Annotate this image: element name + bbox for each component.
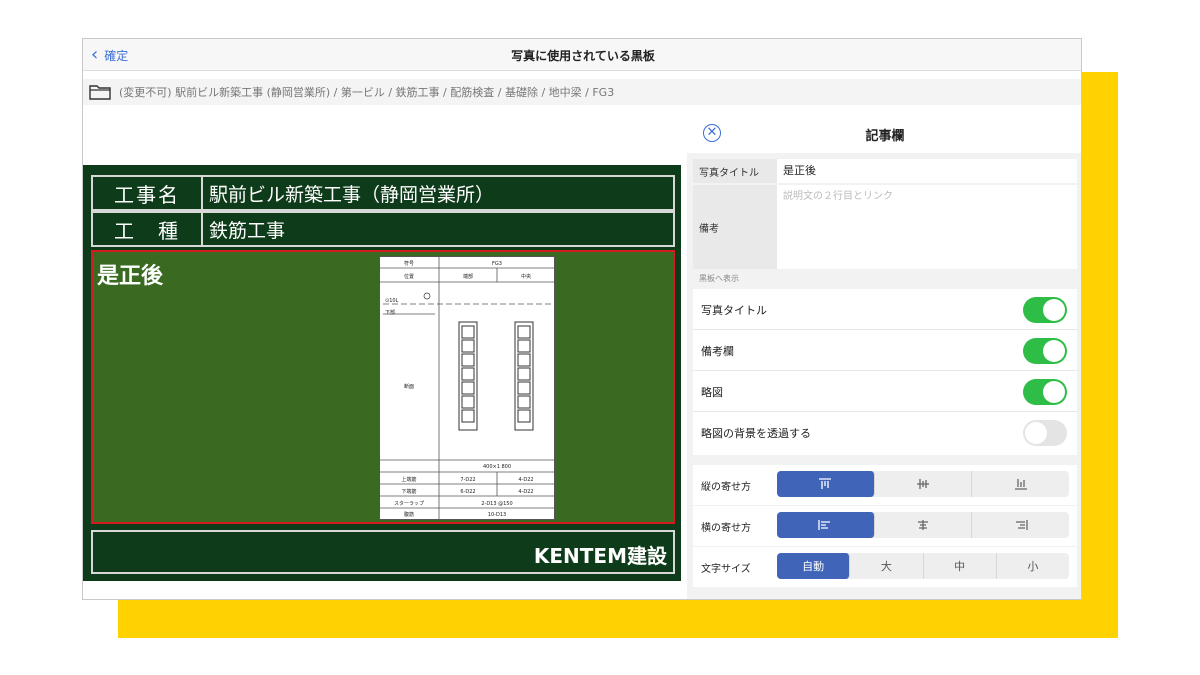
remarks-toggle[interactable] (1023, 338, 1067, 364)
remarks-field: 備考 説明文の２行目とリンク (693, 185, 1077, 269)
photo-title-input[interactable]: 是正後 (777, 159, 1077, 183)
sketch-header-label: 符号 (404, 260, 414, 267)
breadcrumb: (変更不可) 駅前ビル新築工事 (静岡営業所) / 第一ビル / 鉄筋工事 / … (83, 79, 1081, 105)
sketch-row-value: 4-D22 (518, 489, 533, 495)
toggle-knob (1043, 381, 1065, 403)
rebar-sketch: 符号 FG3 位置 端部 中央 ⊙10L 下部 断面 400×1 800 上端筋… (379, 256, 555, 520)
sketch-position-label: 位置 (404, 273, 414, 280)
remarks-textarea[interactable]: 説明文の２行目とリンク (777, 185, 1077, 269)
sketch-row-label: 上端筋 (401, 476, 416, 483)
breadcrumb-path: (変更不可) 駅前ビル新築工事 (静岡営業所) / 第一ビル / 鉄筋工事 / … (119, 86, 615, 99)
font-size-option-auto[interactable]: 自動 (777, 553, 851, 579)
board-row-project: 工事名 駅前ビル新築工事（静岡営業所） (91, 175, 675, 211)
sketch-position-center: 中央 (521, 273, 531, 280)
construction-blackboard: 工事名 駅前ビル新築工事（静岡営業所） 工 種 鉄筋工事 是正後 符号 FG3 … (83, 165, 681, 581)
font-size-option-small[interactable]: 小 (997, 553, 1069, 579)
section-caption: 黒板へ表示 (699, 274, 739, 283)
panel-header: ✕ 記事欄 (687, 113, 1081, 153)
horizontal-align-row: 横の寄せ方 (693, 506, 1077, 546)
sketch-row-label: 下端筋 (401, 488, 416, 495)
photo-title-field-label: 写真タイトル (693, 159, 777, 183)
sketch-row-value: 2-D13 @150 (481, 501, 512, 507)
toggle-knob (1043, 340, 1065, 362)
board-row-type: 工 種 鉄筋工事 (91, 211, 675, 247)
middle-align-icon[interactable] (875, 471, 973, 497)
sketch-dims: 400×1 800 (483, 464, 511, 470)
board-row-value: 駅前ビル新築工事（静岡営業所） (209, 183, 495, 206)
toggle-knob (1043, 299, 1065, 321)
font-size-row: 文字サイズ 自動 大 中 小 (693, 547, 1077, 587)
font-size-segmented-control: 自動 大 中 小 (777, 553, 1069, 579)
segment-label: 文字サイズ (701, 564, 751, 575)
left-align-icon[interactable] (777, 512, 875, 538)
photo-title-field: 写真タイトル 是正後 (693, 159, 1077, 183)
sketch-row-value: 7-D22 (460, 477, 475, 483)
font-size-option-medium[interactable]: 中 (924, 553, 997, 579)
toggle-row-photo-title: 写真タイトル (693, 289, 1077, 330)
sketch-row-value: 6-D22 (460, 489, 475, 495)
board-preview-pane: 工事名 駅前ビル新築工事（静岡営業所） 工 種 鉄筋工事 是正後 符号 FG3 … (83, 113, 683, 599)
sketch-row-label: スターラップ (394, 500, 424, 507)
sketch-header-value: FG3 (492, 261, 502, 267)
vertical-align-segmented-control (777, 471, 1069, 497)
board-row-value: 鉄筋工事 (209, 219, 286, 242)
toggle-knob (1025, 422, 1047, 444)
toggle-row-remarks: 備考欄 (693, 330, 1077, 371)
panel-title: 記事欄 (865, 129, 905, 144)
toggle-label: 略図 (701, 386, 723, 399)
transparent-bg-toggle[interactable] (1023, 420, 1067, 446)
toggle-row-sketch: 略図 (693, 371, 1077, 412)
board-row-label: 工 種 (93, 213, 203, 245)
display-toggle-list: 写真タイトル 備考欄 略図 略図の背景を透過する (693, 289, 1077, 455)
toggle-label: 写真タイトル (701, 304, 767, 317)
photo-title: 是正後 (97, 264, 164, 289)
toggle-label: 略図の背景を透過する (701, 427, 811, 440)
center-align-icon[interactable] (875, 512, 973, 538)
toggle-label: 備考欄 (701, 345, 734, 358)
segment-label: 縦の寄せ方 (701, 482, 751, 493)
sketch-toggle[interactable] (1023, 379, 1067, 405)
photo-area[interactable]: 是正後 符号 FG3 位置 端部 中央 ⊙10L 下部 断面 400×1 800… (91, 250, 675, 524)
font-size-option-large[interactable]: 大 (850, 553, 924, 579)
right-align-icon[interactable] (972, 512, 1069, 538)
remarks-field-label: 備考 (693, 185, 777, 269)
sketch-position-end: 端部 (463, 273, 473, 280)
bottom-align-icon[interactable] (972, 471, 1069, 497)
horizontal-align-segmented-control (777, 512, 1069, 538)
top-align-icon[interactable] (777, 471, 875, 497)
sketch-row-label: 腹筋 (404, 511, 414, 518)
sketch-row-value: 4-D22 (518, 477, 533, 483)
sketch-mark: 下部 (385, 309, 395, 316)
remarks-panel: ✕ 記事欄 写真タイトル 是正後 備考 説明文の２行目とリンク 黒板へ表示 写真… (687, 113, 1081, 599)
sketch-mark: ⊙10L (385, 298, 399, 304)
segment-label: 横の寄せ方 (701, 523, 751, 534)
page-title: 写真に使用されている黒板 (511, 49, 655, 63)
sketch-row-value: 10-D13 (488, 512, 506, 518)
app-window: ‹ 確定 写真に使用されている黒板 (変更不可) 駅前ビル新築工事 (静岡営業所… (82, 38, 1082, 600)
photo-title-toggle[interactable] (1023, 297, 1067, 323)
board-footer: KENTEM建設 (91, 530, 675, 574)
folder-icon[interactable] (89, 84, 111, 100)
toggle-row-transparent: 略図の背景を透過する (693, 412, 1077, 453)
board-row-label: 工事名 (93, 177, 203, 209)
top-navigation-bar: ‹ 確定 写真に使用されている黒板 (83, 39, 1081, 71)
company-name: KENTEM建設 (533, 544, 667, 568)
sketch-side-label: 断面 (404, 383, 414, 390)
vertical-align-row: 縦の寄せ方 (693, 465, 1077, 505)
